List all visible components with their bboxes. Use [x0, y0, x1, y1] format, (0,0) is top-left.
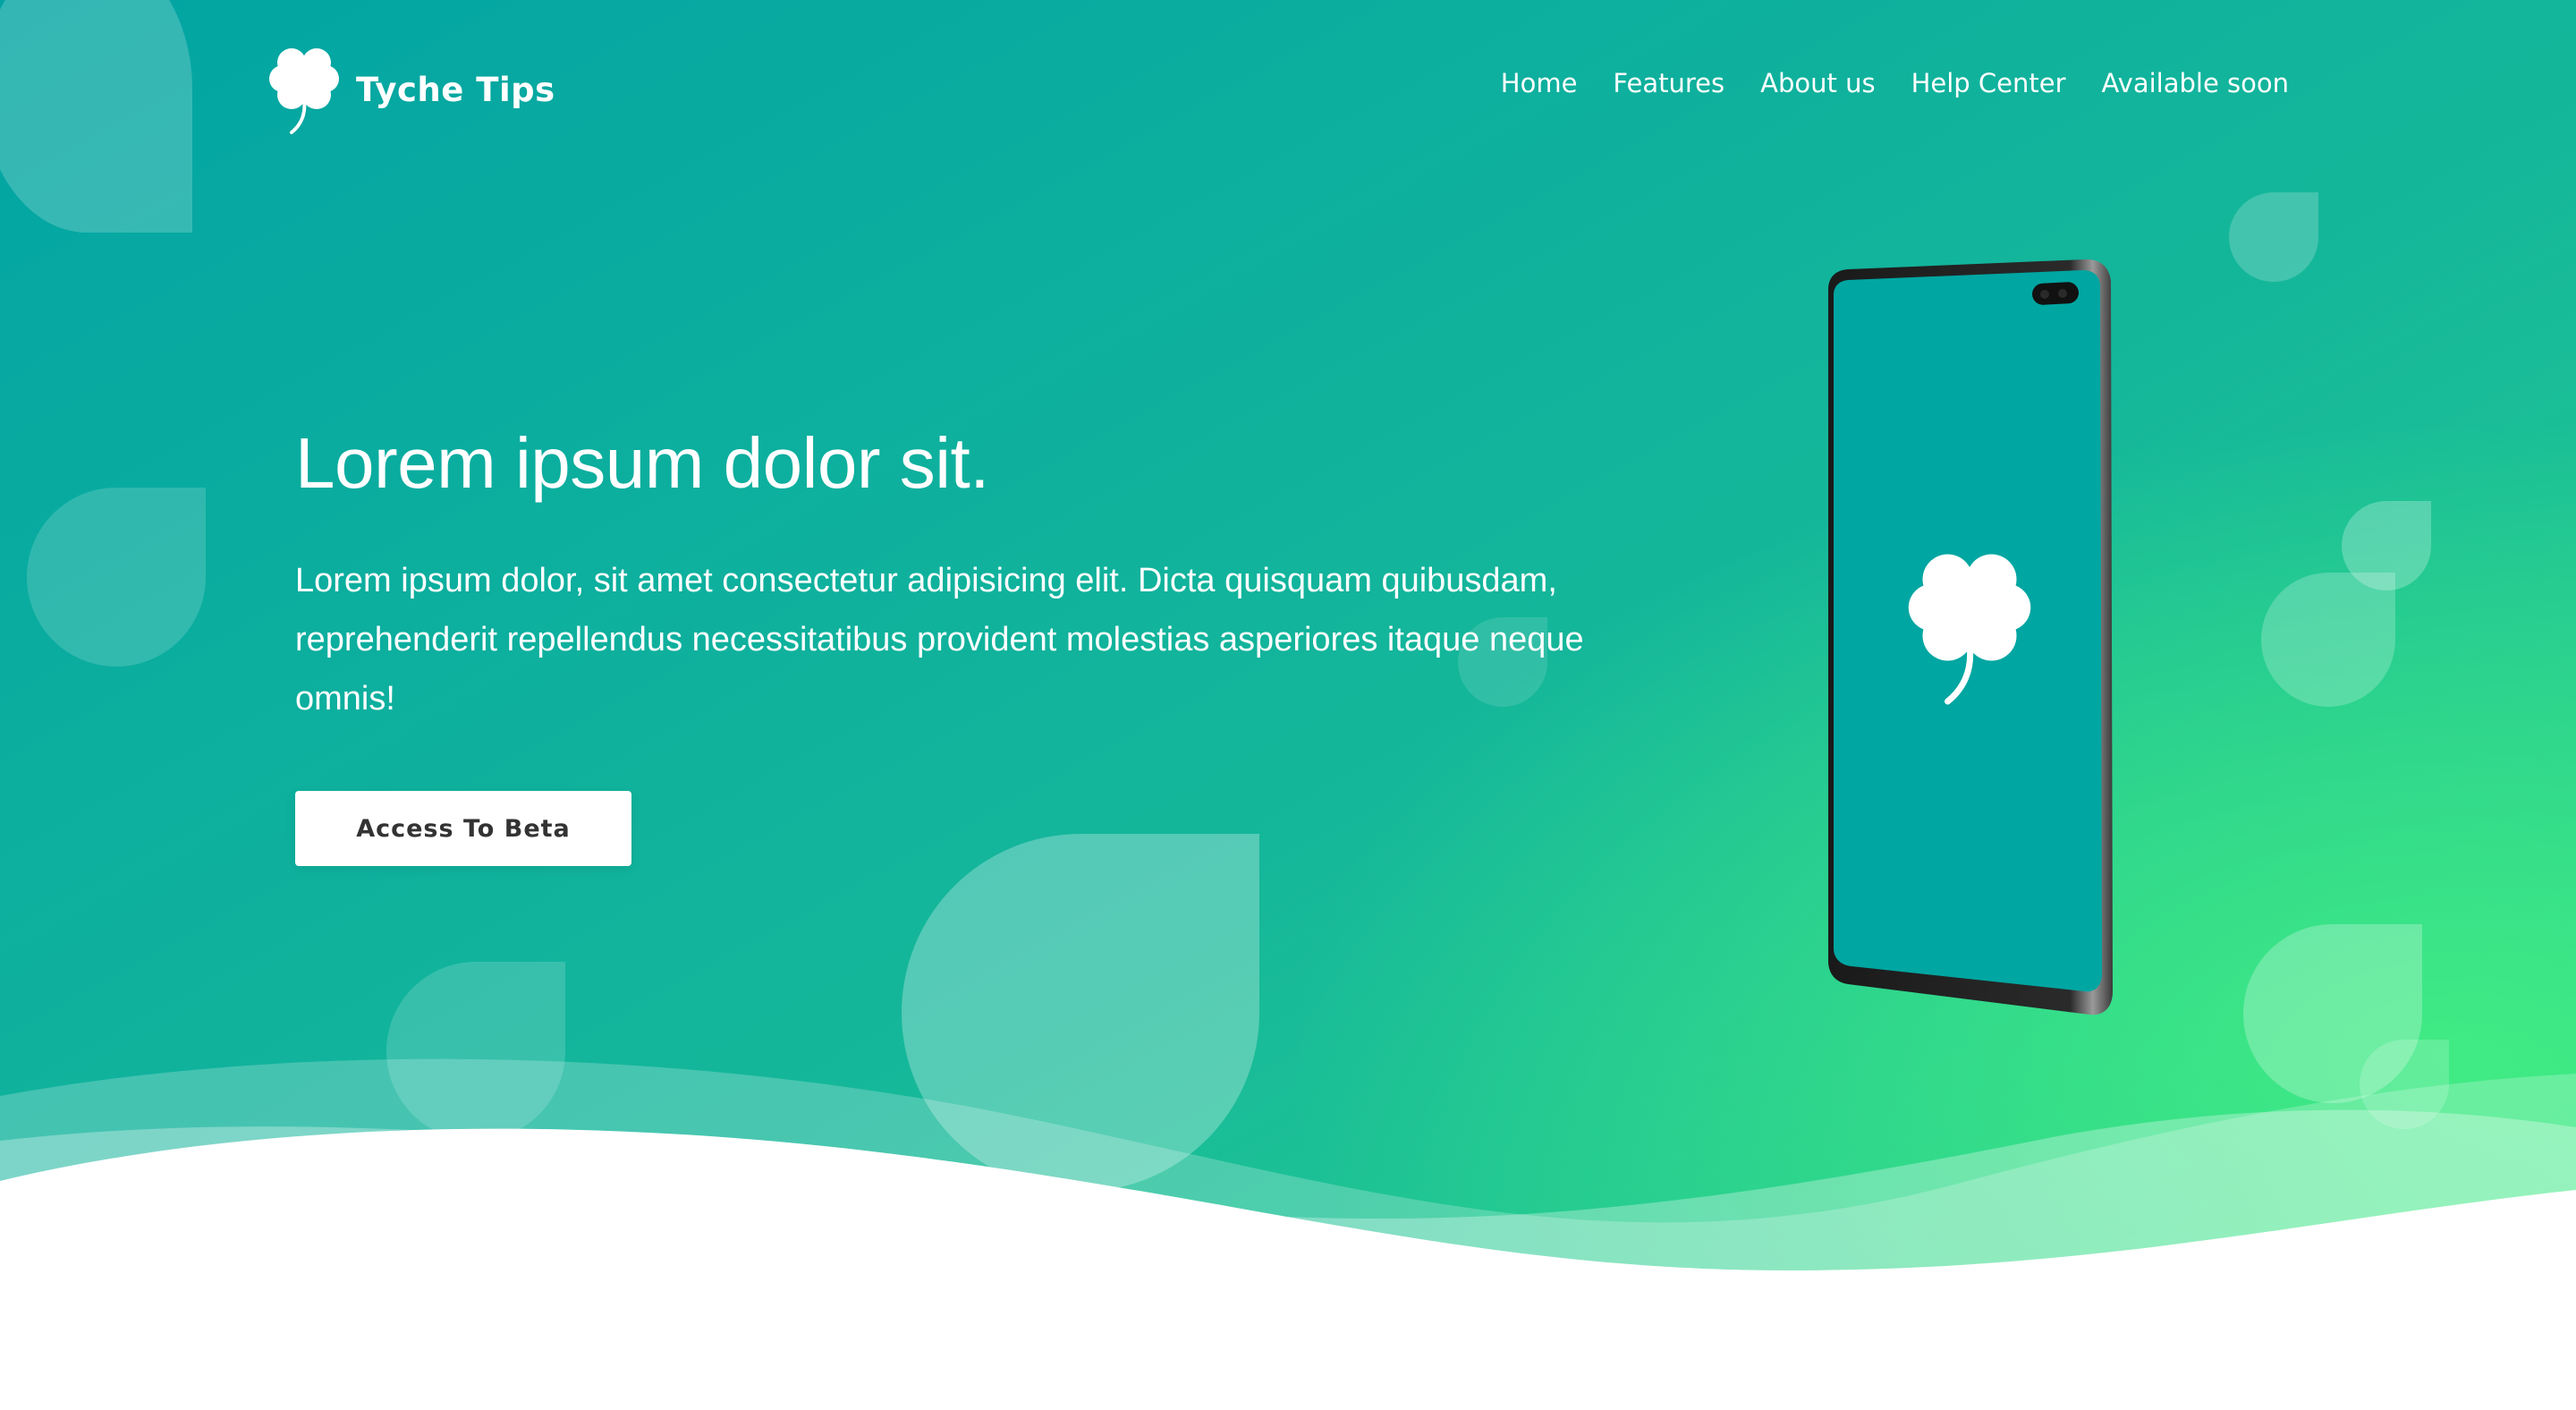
nav-item-home: Home	[1501, 68, 1578, 98]
nav-item-about: About us	[1760, 68, 1875, 98]
nav-link-available-soon[interactable]: Available soon	[2102, 68, 2289, 98]
decorative-petal	[2261, 573, 2395, 707]
four-leaf-clover-icon	[269, 48, 339, 134]
nav-link-features[interactable]: Features	[1613, 68, 1724, 98]
decorative-petal	[2229, 192, 2318, 282]
access-to-beta-button[interactable]: Access To Beta	[295, 791, 631, 866]
four-leaf-clover-icon	[1908, 554, 2031, 705]
decorative-petal	[902, 834, 1259, 1192]
nav-link-home[interactable]: Home	[1501, 68, 1578, 98]
top-navbar: Tyche Tips Home Features About us Help C…	[0, 0, 2576, 179]
decorative-petal	[27, 488, 206, 667]
nav-item-help: Help Center	[1911, 68, 2066, 98]
nav-link-about-us[interactable]: About us	[1760, 68, 1875, 98]
nav-menu: Home Features About us Help Center Avail…	[1501, 68, 2289, 98]
brand-name: Tyche Tips	[356, 70, 555, 109]
hero-content: Lorem ipsum dolor sit. Lorem ipsum dolor…	[295, 420, 1637, 866]
hero-description: Lorem ipsum dolor, sit amet consectetur …	[295, 562, 1584, 718]
hero-title: Lorem ipsum dolor sit.	[295, 423, 989, 503]
nav-link-help-center[interactable]: Help Center	[1911, 68, 2066, 98]
decorative-petal	[2360, 1040, 2449, 1129]
brand-logo-link[interactable]: Tyche Tips	[268, 45, 555, 134]
decorative-petal	[386, 962, 565, 1141]
phone-mockup	[1819, 258, 2114, 1016]
nav-item-features: Features	[1613, 68, 1724, 98]
nav-item-available-soon: Available soon	[2102, 68, 2289, 98]
